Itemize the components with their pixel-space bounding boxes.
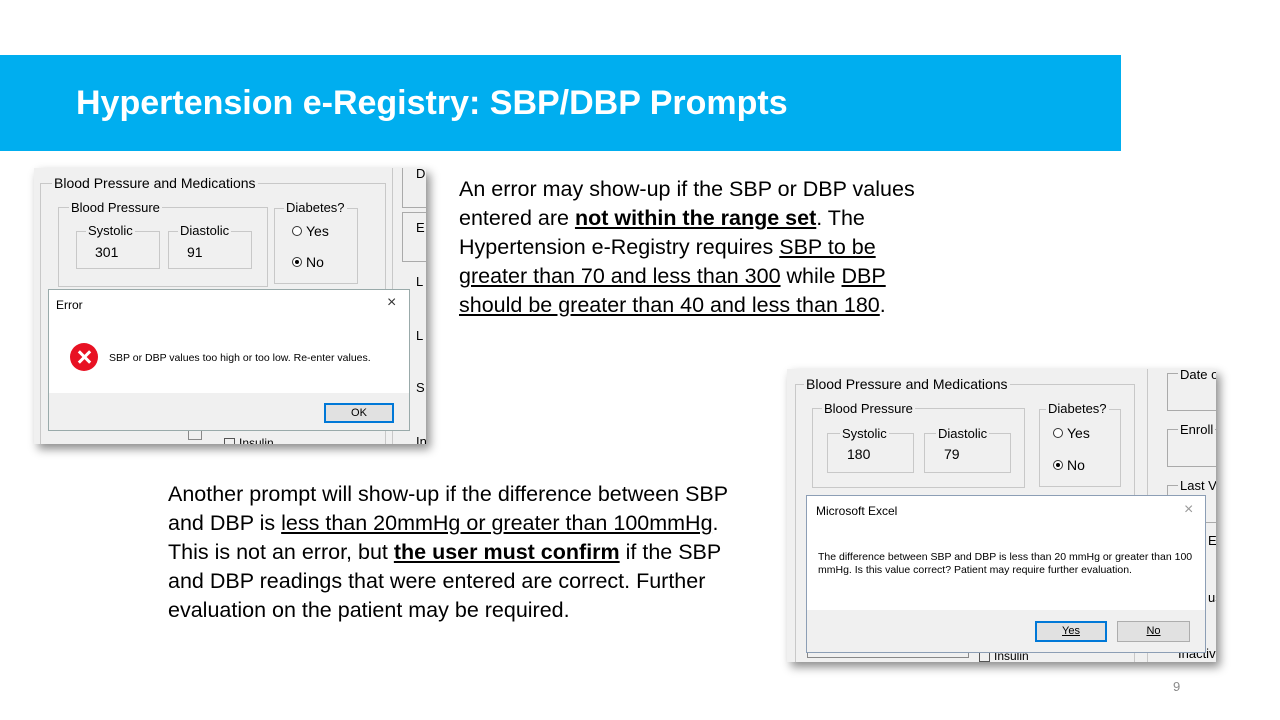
para1-text-4: . [879,293,886,317]
side-label-2: Enroll [1178,422,1216,437]
slide-title: Hypertension e-Registry: SBP/DBP Prompts [76,84,788,122]
close-icon[interactable]: × [1184,502,1193,518]
radio-checked-icon [292,257,302,267]
side-label-4: E [1208,533,1216,548]
excel-dialog-title: Microsoft Excel [816,504,898,518]
diabetes-label: Diabetes? [284,200,347,215]
error-dialog-title: Error [56,298,83,312]
diabetes-label: Diabetes? [1046,401,1109,416]
side-label-5: S [416,380,425,395]
radio-unchecked-icon [292,226,302,236]
side-label-3: Last V [1178,478,1216,493]
side-label-1: D [416,168,426,181]
para2-bold-confirm: the user must confirm [393,540,620,564]
radio-unchecked-icon [1053,428,1063,438]
side-label-2: E [416,220,425,235]
systolic-label: Systolic [86,223,135,238]
checkbox-icon [224,437,235,444]
yes-label: Yes [1067,425,1090,441]
ok-button[interactable]: OK [324,403,394,423]
diabetes-no-radio[interactable]: No [1053,457,1085,473]
diabetes-group [1039,409,1121,487]
page-number: 9 [1173,679,1181,694]
insulin-label: Insulin [239,436,274,444]
error-explanation-text: An error may show-up if the SBP or DBP v… [459,175,949,320]
side-label-4: L [416,328,424,343]
systolic-label: Systolic [840,426,889,441]
excel-dialog-footer: Yes No [807,610,1205,652]
error-dialog-footer: OK [49,393,409,430]
diastolic-label: Diastolic [178,223,232,238]
blood-pressure-label: Blood Pressure [69,200,162,215]
diabetes-no-radio[interactable]: No [292,254,324,270]
systolic-input[interactable]: 301 [79,238,157,267]
no-label: No [1067,457,1085,473]
side-label-1: Date o [1178,369,1216,382]
side-label-6: In [416,434,426,444]
yes-label: Yes [306,223,329,239]
para1-bold-range: not within the range set [574,206,817,230]
bp-medications-label: Blood Pressure and Medications [804,376,1010,392]
diabetes-yes-radio[interactable]: Yes [292,223,329,239]
confirm-explanation-text: Another prompt will show-up if the diffe… [168,480,748,625]
side-label-3: L [416,274,424,289]
close-icon[interactable]: × [387,295,396,311]
excel-confirm-dialog: Microsoft Excel × The difference between… [806,495,1206,653]
yes-button[interactable]: Yes [1035,621,1107,642]
para2-difference-range: less than 20mmHg or greater than 100mmHg [281,511,713,535]
diastolic-input[interactable]: 91 [171,238,249,267]
side-label-5: us [1208,590,1216,605]
error-icon [70,343,98,371]
systolic-input[interactable]: 180 [831,440,909,469]
insulin-checkbox[interactable]: Insulin [224,436,274,444]
blood-pressure-label: Blood Pressure [822,401,915,416]
bp-medications-label: Blood Pressure and Medications [52,175,258,191]
diabetes-yes-radio[interactable]: Yes [1053,425,1090,441]
radio-checked-icon [1053,460,1063,470]
para1-text-3: while [780,264,842,288]
error-prompt-screenshot: Blood Pressure and Medications Blood Pre… [34,168,426,444]
diastolic-input[interactable]: 79 [928,440,1006,469]
no-button[interactable]: No [1117,621,1190,642]
scroll-handle [188,430,202,440]
diastolic-label: Diastolic [936,426,990,441]
error-dialog-message: SBP or DBP values too high or too low. R… [109,352,371,364]
excel-dialog-message: The difference between SBP and DBP is le… [818,551,1193,576]
confirm-prompt-screenshot: Blood Pressure and Medications Blood Pre… [787,369,1216,662]
error-dialog: Error × SBP or DBP values too high or to… [48,289,410,431]
no-label: No [306,254,324,270]
diabetes-group [274,208,358,284]
